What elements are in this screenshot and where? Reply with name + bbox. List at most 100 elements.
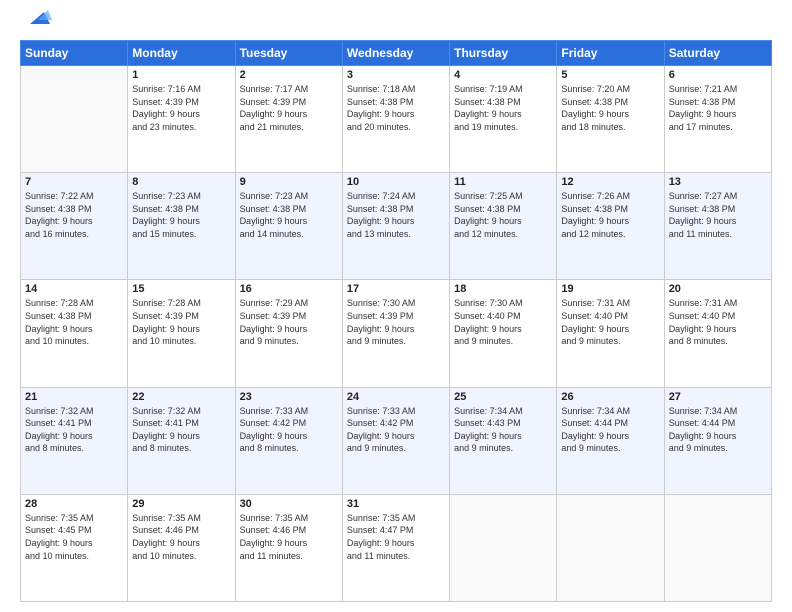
day-number: 29 bbox=[132, 498, 230, 510]
calendar-day-25: 25 Sunrise: 7:34 AM Sunset: 4:43 PM Dayli… bbox=[450, 387, 557, 494]
logo bbox=[20, 18, 52, 32]
calendar-empty-cell bbox=[664, 494, 771, 601]
day-number: 25 bbox=[454, 391, 552, 403]
day-info: Sunrise: 7:35 AM Sunset: 4:46 PM Dayligh… bbox=[132, 512, 230, 562]
calendar-day-18: 18 Sunrise: 7:30 AM Sunset: 4:40 PM Dayli… bbox=[450, 280, 557, 387]
calendar-day-22: 22 Sunrise: 7:32 AM Sunset: 4:41 PM Dayli… bbox=[128, 387, 235, 494]
day-number: 20 bbox=[669, 283, 767, 295]
calendar-day-9: 9 Sunrise: 7:23 AM Sunset: 4:38 PM Daylig… bbox=[235, 173, 342, 280]
day-info: Sunrise: 7:34 AM Sunset: 4:43 PM Dayligh… bbox=[454, 405, 552, 455]
day-number: 23 bbox=[240, 391, 338, 403]
day-number: 3 bbox=[347, 69, 445, 81]
day-info: Sunrise: 7:23 AM Sunset: 4:38 PM Dayligh… bbox=[132, 190, 230, 240]
day-info: Sunrise: 7:29 AM Sunset: 4:39 PM Dayligh… bbox=[240, 297, 338, 347]
calendar-table: SundayMondayTuesdayWednesdayThursdayFrid… bbox=[20, 40, 772, 602]
day-info: Sunrise: 7:19 AM Sunset: 4:38 PM Dayligh… bbox=[454, 83, 552, 133]
calendar-header-row: SundayMondayTuesdayWednesdayThursdayFrid… bbox=[21, 41, 772, 66]
day-info: Sunrise: 7:32 AM Sunset: 4:41 PM Dayligh… bbox=[132, 405, 230, 455]
calendar-day-28: 28 Sunrise: 7:35 AM Sunset: 4:45 PM Dayli… bbox=[21, 494, 128, 601]
calendar-empty-cell bbox=[21, 66, 128, 173]
calendar-day-24: 24Sunrise: 7:33 AM Sunset: 4:42 PM Dayli… bbox=[342, 387, 449, 494]
day-number: 8 bbox=[132, 176, 230, 188]
calendar-day-26: 26 Sunrise: 7:34 AM Sunset: 4:44 PM Dayli… bbox=[557, 387, 664, 494]
calendar-empty-cell bbox=[557, 494, 664, 601]
calendar-header-saturday: Saturday bbox=[664, 41, 771, 66]
calendar-day-31: 31 Sunrise: 7:35 AM Sunset: 4:47 PM Dayli… bbox=[342, 494, 449, 601]
calendar-day-10: 10Sunrise: 7:24 AM Sunset: 4:38 PM Dayli… bbox=[342, 173, 449, 280]
day-info: Sunrise: 7:28 AM Sunset: 4:38 PM Dayligh… bbox=[25, 297, 123, 347]
day-number: 1 bbox=[132, 69, 230, 81]
day-info: Sunrise: 7:31 AM Sunset: 4:40 PM Dayligh… bbox=[669, 297, 767, 347]
day-number: 30 bbox=[240, 498, 338, 510]
calendar-day-8: 8 Sunrise: 7:23 AM Sunset: 4:38 PM Daylig… bbox=[128, 173, 235, 280]
day-number: 17 bbox=[347, 283, 445, 295]
day-info: Sunrise: 7:34 AM Sunset: 4:44 PM Dayligh… bbox=[669, 405, 767, 455]
day-info: Sunrise: 7:24 AM Sunset: 4:38 PM Dayligh… bbox=[347, 190, 445, 240]
day-number: 15 bbox=[132, 283, 230, 295]
day-info: Sunrise: 7:32 AM Sunset: 4:41 PM Dayligh… bbox=[25, 405, 123, 455]
calendar-week-row: 7 Sunrise: 7:22 AM Sunset: 4:38 PM Daylig… bbox=[21, 173, 772, 280]
calendar-day-20: 20 Sunrise: 7:31 AM Sunset: 4:40 PM Dayli… bbox=[664, 280, 771, 387]
calendar-header-tuesday: Tuesday bbox=[235, 41, 342, 66]
day-info: Sunrise: 7:30 AM Sunset: 4:40 PM Dayligh… bbox=[454, 297, 552, 347]
day-number: 27 bbox=[669, 391, 767, 403]
calendar-day-13: 13 Sunrise: 7:27 AM Sunset: 4:38 PM Dayli… bbox=[664, 173, 771, 280]
day-number: 11 bbox=[454, 176, 552, 188]
calendar-header-wednesday: Wednesday bbox=[342, 41, 449, 66]
day-info: Sunrise: 7:35 AM Sunset: 4:45 PM Dayligh… bbox=[25, 512, 123, 562]
day-number: 26 bbox=[561, 391, 659, 403]
calendar-day-1: 1 Sunrise: 7:16 AM Sunset: 4:39 PM Daylig… bbox=[128, 66, 235, 173]
day-info: Sunrise: 7:18 AM Sunset: 4:38 PM Dayligh… bbox=[347, 83, 445, 133]
day-number: 19 bbox=[561, 283, 659, 295]
calendar-week-row: 14 Sunrise: 7:28 AM Sunset: 4:38 PM Dayli… bbox=[21, 280, 772, 387]
calendar-day-7: 7 Sunrise: 7:22 AM Sunset: 4:38 PM Daylig… bbox=[21, 173, 128, 280]
calendar-day-16: 16 Sunrise: 7:29 AM Sunset: 4:39 PM Dayli… bbox=[235, 280, 342, 387]
day-info: Sunrise: 7:35 AM Sunset: 4:47 PM Dayligh… bbox=[347, 512, 445, 562]
day-info: Sunrise: 7:22 AM Sunset: 4:38 PM Dayligh… bbox=[25, 190, 123, 240]
day-info: Sunrise: 7:31 AM Sunset: 4:40 PM Dayligh… bbox=[561, 297, 659, 347]
calendar-day-5: 5 Sunrise: 7:20 AM Sunset: 4:38 PM Daylig… bbox=[557, 66, 664, 173]
day-info: Sunrise: 7:16 AM Sunset: 4:39 PM Dayligh… bbox=[132, 83, 230, 133]
calendar-header-monday: Monday bbox=[128, 41, 235, 66]
header bbox=[20, 18, 772, 32]
day-number: 9 bbox=[240, 176, 338, 188]
calendar-day-12: 12Sunrise: 7:26 AM Sunset: 4:38 PM Dayli… bbox=[557, 173, 664, 280]
day-info: Sunrise: 7:27 AM Sunset: 4:38 PM Dayligh… bbox=[669, 190, 767, 240]
calendar-day-15: 15 Sunrise: 7:28 AM Sunset: 4:39 PM Dayli… bbox=[128, 280, 235, 387]
calendar-day-2: 2Sunrise: 7:17 AM Sunset: 4:39 PM Daylig… bbox=[235, 66, 342, 173]
day-info: Sunrise: 7:25 AM Sunset: 4:38 PM Dayligh… bbox=[454, 190, 552, 240]
day-number: 22 bbox=[132, 391, 230, 403]
day-info: Sunrise: 7:33 AM Sunset: 4:42 PM Dayligh… bbox=[240, 405, 338, 455]
calendar-day-14: 14 Sunrise: 7:28 AM Sunset: 4:38 PM Dayli… bbox=[21, 280, 128, 387]
day-number: 13 bbox=[669, 176, 767, 188]
calendar-header-sunday: Sunday bbox=[21, 41, 128, 66]
calendar-day-6: 6Sunrise: 7:21 AM Sunset: 4:38 PM Daylig… bbox=[664, 66, 771, 173]
day-info: Sunrise: 7:17 AM Sunset: 4:39 PM Dayligh… bbox=[240, 83, 338, 133]
day-number: 28 bbox=[25, 498, 123, 510]
day-number: 31 bbox=[347, 498, 445, 510]
day-number: 12 bbox=[561, 176, 659, 188]
calendar-day-11: 11 Sunrise: 7:25 AM Sunset: 4:38 PM Dayli… bbox=[450, 173, 557, 280]
day-number: 7 bbox=[25, 176, 123, 188]
day-number: 18 bbox=[454, 283, 552, 295]
day-info: Sunrise: 7:20 AM Sunset: 4:38 PM Dayligh… bbox=[561, 83, 659, 133]
day-info: Sunrise: 7:23 AM Sunset: 4:38 PM Dayligh… bbox=[240, 190, 338, 240]
calendar-week-row: 28 Sunrise: 7:35 AM Sunset: 4:45 PM Dayli… bbox=[21, 494, 772, 601]
calendar-header-friday: Friday bbox=[557, 41, 664, 66]
calendar-day-4: 4 Sunrise: 7:19 AM Sunset: 4:38 PM Daylig… bbox=[450, 66, 557, 173]
calendar-day-3: 3 Sunrise: 7:18 AM Sunset: 4:38 PM Daylig… bbox=[342, 66, 449, 173]
day-info: Sunrise: 7:34 AM Sunset: 4:44 PM Dayligh… bbox=[561, 405, 659, 455]
calendar-day-27: 27 Sunrise: 7:34 AM Sunset: 4:44 PM Dayli… bbox=[664, 387, 771, 494]
calendar-day-19: 19 Sunrise: 7:31 AM Sunset: 4:40 PM Dayli… bbox=[557, 280, 664, 387]
day-number: 4 bbox=[454, 69, 552, 81]
page: SundayMondayTuesdayWednesdayThursdayFrid… bbox=[0, 0, 792, 612]
calendar-header-thursday: Thursday bbox=[450, 41, 557, 66]
day-number: 16 bbox=[240, 283, 338, 295]
calendar-day-29: 29 Sunrise: 7:35 AM Sunset: 4:46 PM Dayli… bbox=[128, 494, 235, 601]
day-info: Sunrise: 7:33 AM Sunset: 4:42 PM Dayligh… bbox=[347, 405, 445, 455]
day-number: 5 bbox=[561, 69, 659, 81]
day-info: Sunrise: 7:28 AM Sunset: 4:39 PM Dayligh… bbox=[132, 297, 230, 347]
calendar-day-23: 23 Sunrise: 7:33 AM Sunset: 4:42 PM Dayli… bbox=[235, 387, 342, 494]
day-number: 14 bbox=[25, 283, 123, 295]
calendar-day-30: 30Sunrise: 7:35 AM Sunset: 4:46 PM Dayli… bbox=[235, 494, 342, 601]
